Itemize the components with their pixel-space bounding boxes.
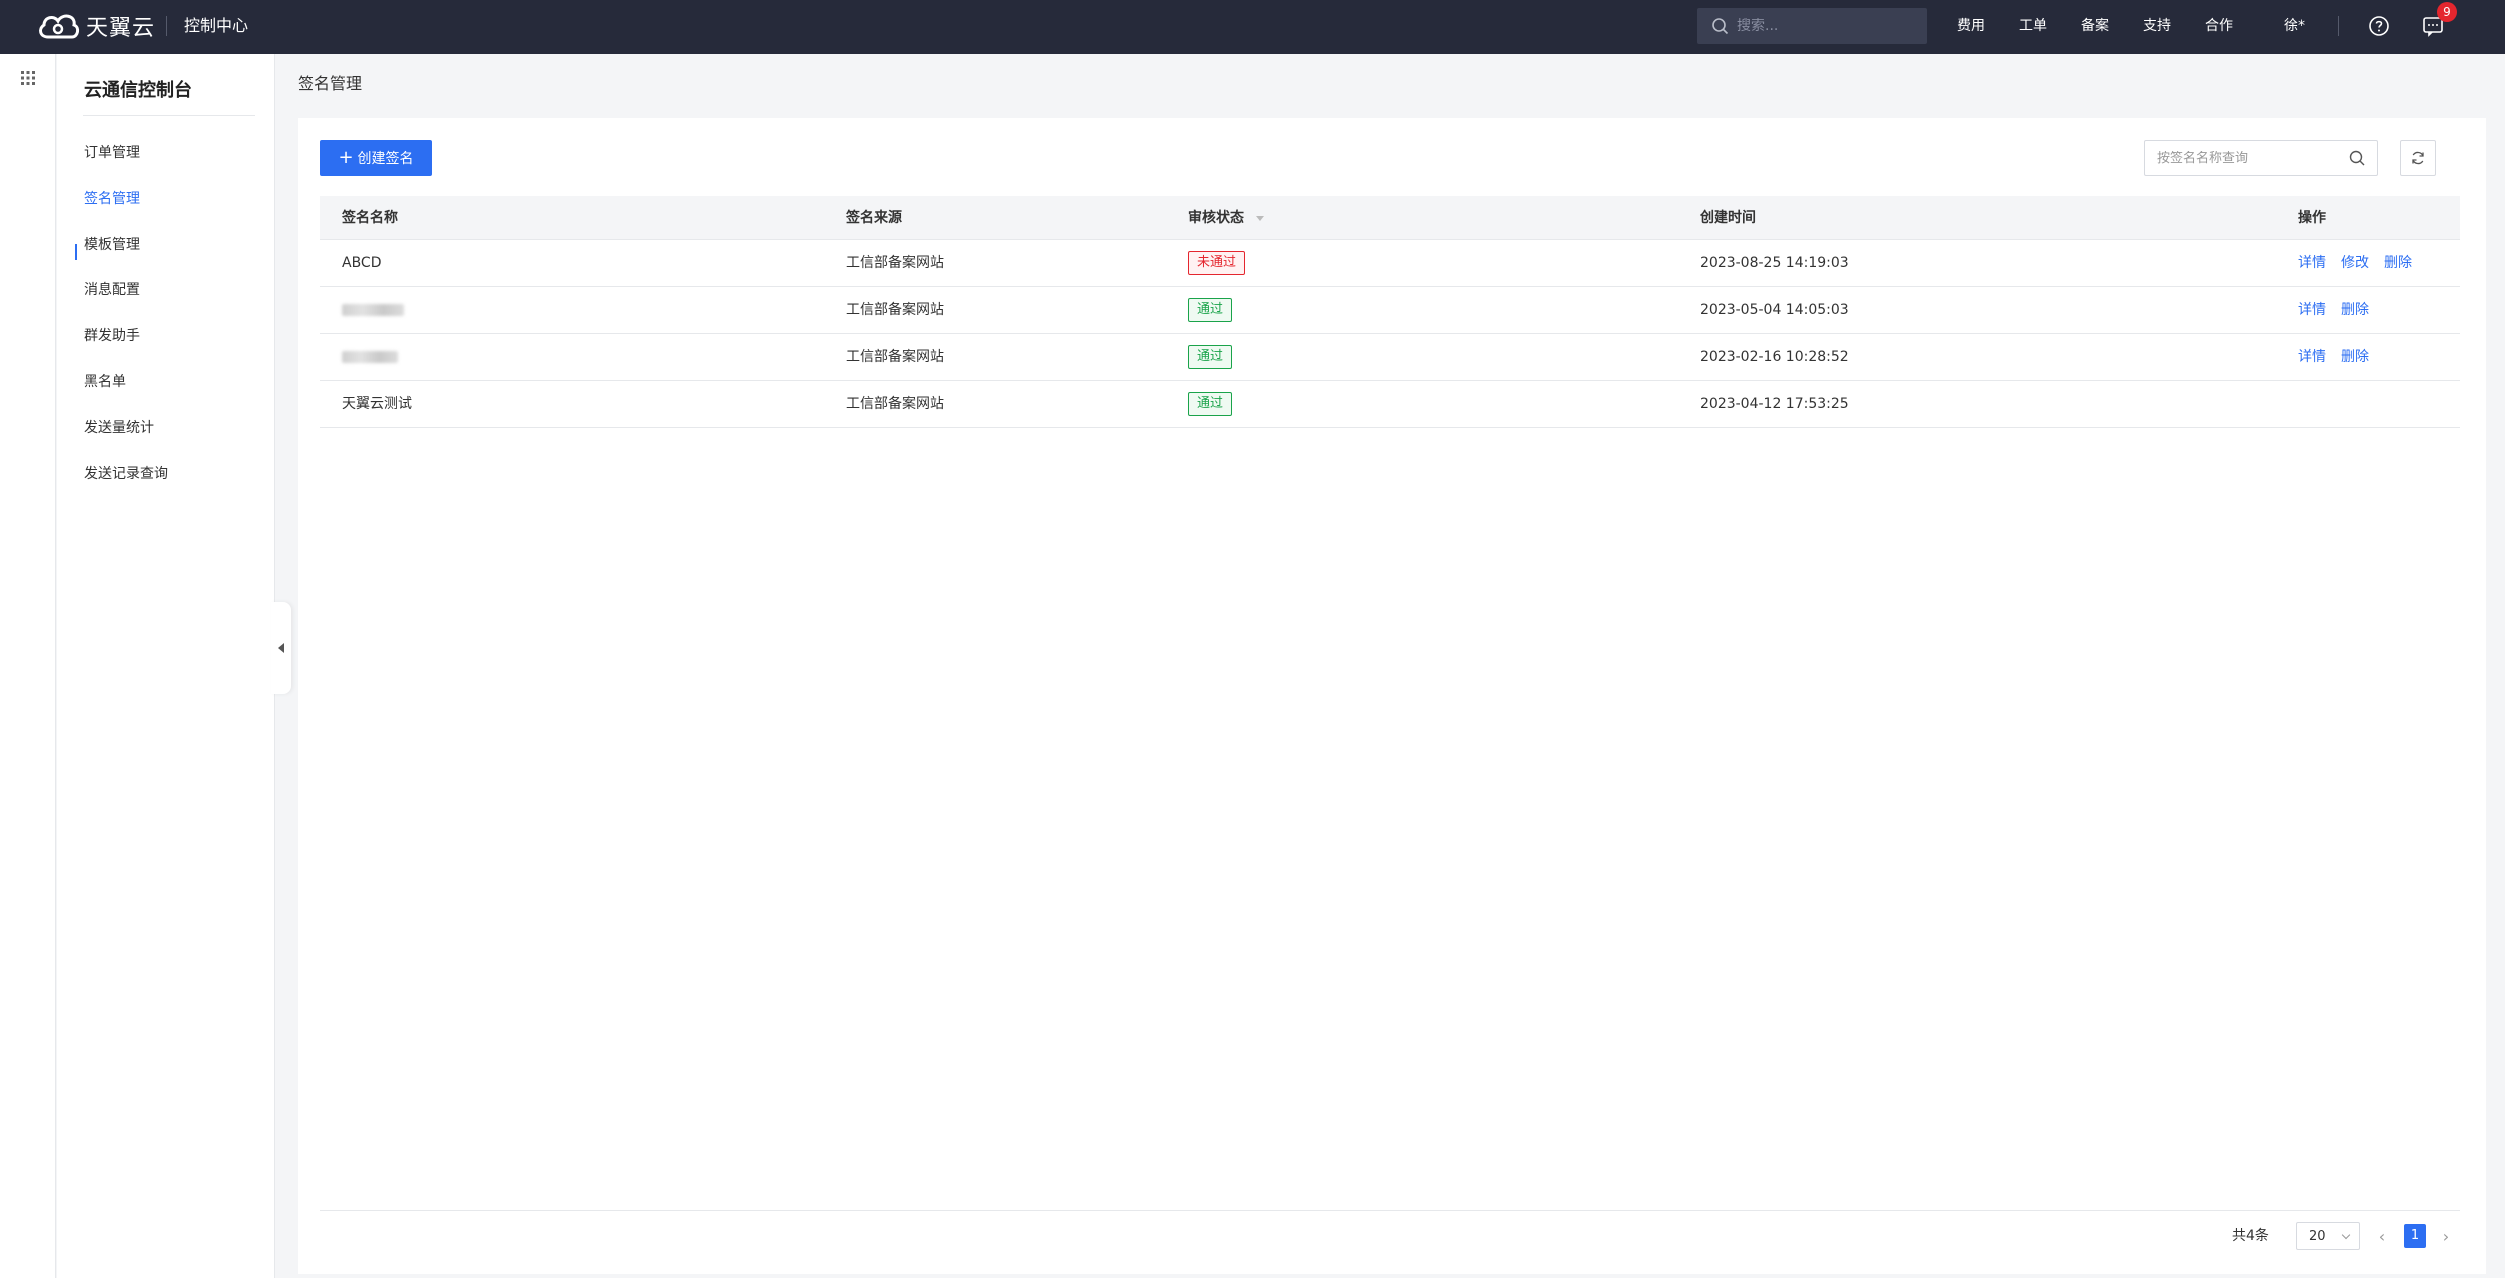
page-size-select[interactable]: 20 <box>2296 1222 2360 1250</box>
next-page-button[interactable]: › <box>2434 1222 2458 1250</box>
top-bar: 天翼云 控制中心 费用 工单 备案 支持 合作 徐* 9 <box>0 0 2505 54</box>
nav-fees[interactable]: 费用 <box>1957 15 1985 37</box>
signature-source: 工信部备案网站 <box>846 349 944 365</box>
signature-search[interactable] <box>2144 140 2378 176</box>
table-row: 天翼云测试 工信部备案网站 通过 2023-04-12 17:53:25 <box>320 381 2460 428</box>
status-badge: 通过 <box>1188 298 1233 322</box>
redacted-signature-name <box>342 304 404 316</box>
detail-link[interactable]: 详情 <box>2298 346 2326 368</box>
signature-table: 签名名称 签名来源 审核状态 创建时间 操作 ABCD 工信部备案网站 未通过 … <box>320 196 2460 428</box>
signature-name: ABCD <box>342 255 382 271</box>
detail-link[interactable]: 详情 <box>2298 299 2326 321</box>
page-number-current[interactable]: 1 <box>2404 1224 2426 1248</box>
help-icon[interactable] <box>2367 14 2391 38</box>
divider <box>320 1210 2460 1211</box>
sidebar-title: 云通信控制台 <box>84 80 192 101</box>
edit-link[interactable]: 修改 <box>2341 252 2369 274</box>
create-signature-label: 创建签名 <box>357 151 414 167</box>
sidebar-item-message-config[interactable]: 消息配置 <box>84 279 140 301</box>
search-icon <box>1712 18 1729 35</box>
sidebar-item-send-records[interactable]: 发送记录查询 <box>84 463 168 485</box>
divider <box>83 115 255 116</box>
chevron-right-icon: › <box>2442 1226 2450 1246</box>
divider <box>2338 16 2339 36</box>
logo-text: 天翼云 <box>86 16 156 41</box>
status-badge: 未通过 <box>1188 251 1246 275</box>
search-icon[interactable] <box>2349 150 2365 166</box>
col-created: 创建时间 <box>1700 210 1756 226</box>
table-header: 签名名称 签名来源 审核状态 创建时间 操作 <box>320 196 2460 240</box>
refresh-icon <box>2412 151 2424 165</box>
filter-caret-icon[interactable] <box>1256 215 1264 221</box>
prev-page-button[interactable]: ‹ <box>2370 1222 2394 1250</box>
page-size-value: 20 <box>2309 1228 2326 1244</box>
status-badge: 通过 <box>1188 392 1233 416</box>
active-indicator <box>75 244 77 260</box>
chevron-left-icon: ‹ <box>2378 1226 2386 1246</box>
col-name: 签名名称 <box>342 210 398 226</box>
sidebar-collapse-handle[interactable] <box>271 602 291 694</box>
col-status[interactable]: 审核状态 <box>1188 208 1264 228</box>
sidebar-item-orders[interactable]: 订单管理 <box>84 142 140 164</box>
sidebar: 云通信控制台 订单管理 签名管理 模板管理 消息配置 群发助手 黑名单 发送量统… <box>57 54 275 1278</box>
created-time: 2023-02-16 10:28:52 <box>1700 349 1849 365</box>
collapse-arrow-icon <box>278 643 284 653</box>
col-status-label: 审核状态 <box>1188 210 1244 226</box>
table-row: 工信部备案网站 通过 2023-05-04 14:05:03 详情 删除 <box>320 287 2460 334</box>
sidebar-item-signatures[interactable]: 签名管理 <box>84 188 140 210</box>
table-row: 工信部备案网站 通过 2023-02-16 10:28:52 详情 删除 <box>320 334 2460 381</box>
app-rail <box>0 54 56 1278</box>
divider <box>166 16 167 36</box>
sidebar-item-send-stats[interactable]: 发送量统计 <box>84 417 154 439</box>
table-row: ABCD 工信部备案网站 未通过 2023-08-25 14:19:03 详情 … <box>320 240 2460 287</box>
console-title[interactable]: 控制中心 <box>184 14 248 38</box>
created-time: 2023-05-04 14:05:03 <box>1700 302 1849 318</box>
col-source: 签名来源 <box>846 210 902 226</box>
signature-source: 工信部备案网站 <box>846 302 944 318</box>
refresh-button[interactable] <box>2400 140 2436 176</box>
signature-source: 工信部备案网站 <box>846 396 944 412</box>
chevron-down-icon <box>2341 1230 2351 1240</box>
detail-link[interactable]: 详情 <box>2298 252 2326 274</box>
global-search[interactable] <box>1697 8 1927 44</box>
sidebar-item-blacklist[interactable]: 黑名单 <box>84 371 126 393</box>
sidebar-item-bulk-send[interactable]: 群发助手 <box>84 325 140 347</box>
delete-link[interactable]: 删除 <box>2341 346 2369 368</box>
signature-panel: +创建签名 签名名称 签名来源 审核状态 创建时间 操作 ABCD 工信部备案网… <box>298 118 2486 1274</box>
delete-link[interactable]: 删除 <box>2384 252 2412 274</box>
delete-link[interactable]: 删除 <box>2341 299 2369 321</box>
logo[interactable]: 天翼云 <box>36 9 155 43</box>
breadcrumb: 签名管理 <box>298 74 363 93</box>
signature-name: 天翼云测试 <box>342 396 412 412</box>
nav-partner[interactable]: 合作 <box>2205 15 2233 37</box>
sidebar-item-templates[interactable]: 模板管理 <box>84 234 140 256</box>
redacted-signature-name <box>342 351 398 363</box>
nav-support[interactable]: 支持 <box>2143 15 2171 37</box>
nav-filing[interactable]: 备案 <box>2081 15 2109 37</box>
total-count: 共4条 <box>2232 1228 2269 1244</box>
notification-badge: 9 <box>2437 2 2457 22</box>
status-badge: 通过 <box>1188 345 1233 369</box>
created-time: 2023-08-25 14:19:03 <box>1700 255 1849 271</box>
global-search-input[interactable] <box>1737 18 1907 34</box>
apps-grid-icon[interactable] <box>20 70 36 86</box>
nav-tickets[interactable]: 工单 <box>2019 15 2047 37</box>
create-signature-button[interactable]: + 创建签名 <box>320 140 432 176</box>
col-actions: 操作 <box>2298 210 2326 226</box>
cloud-logo-icon <box>39 14 80 39</box>
created-time: 2023-04-12 17:53:25 <box>1700 396 1849 412</box>
signature-source: 工信部备案网站 <box>846 255 944 271</box>
signature-search-input[interactable] <box>2157 150 2349 166</box>
user-name[interactable]: 徐* <box>2284 15 2305 37</box>
plus-icon: + <box>338 147 354 168</box>
